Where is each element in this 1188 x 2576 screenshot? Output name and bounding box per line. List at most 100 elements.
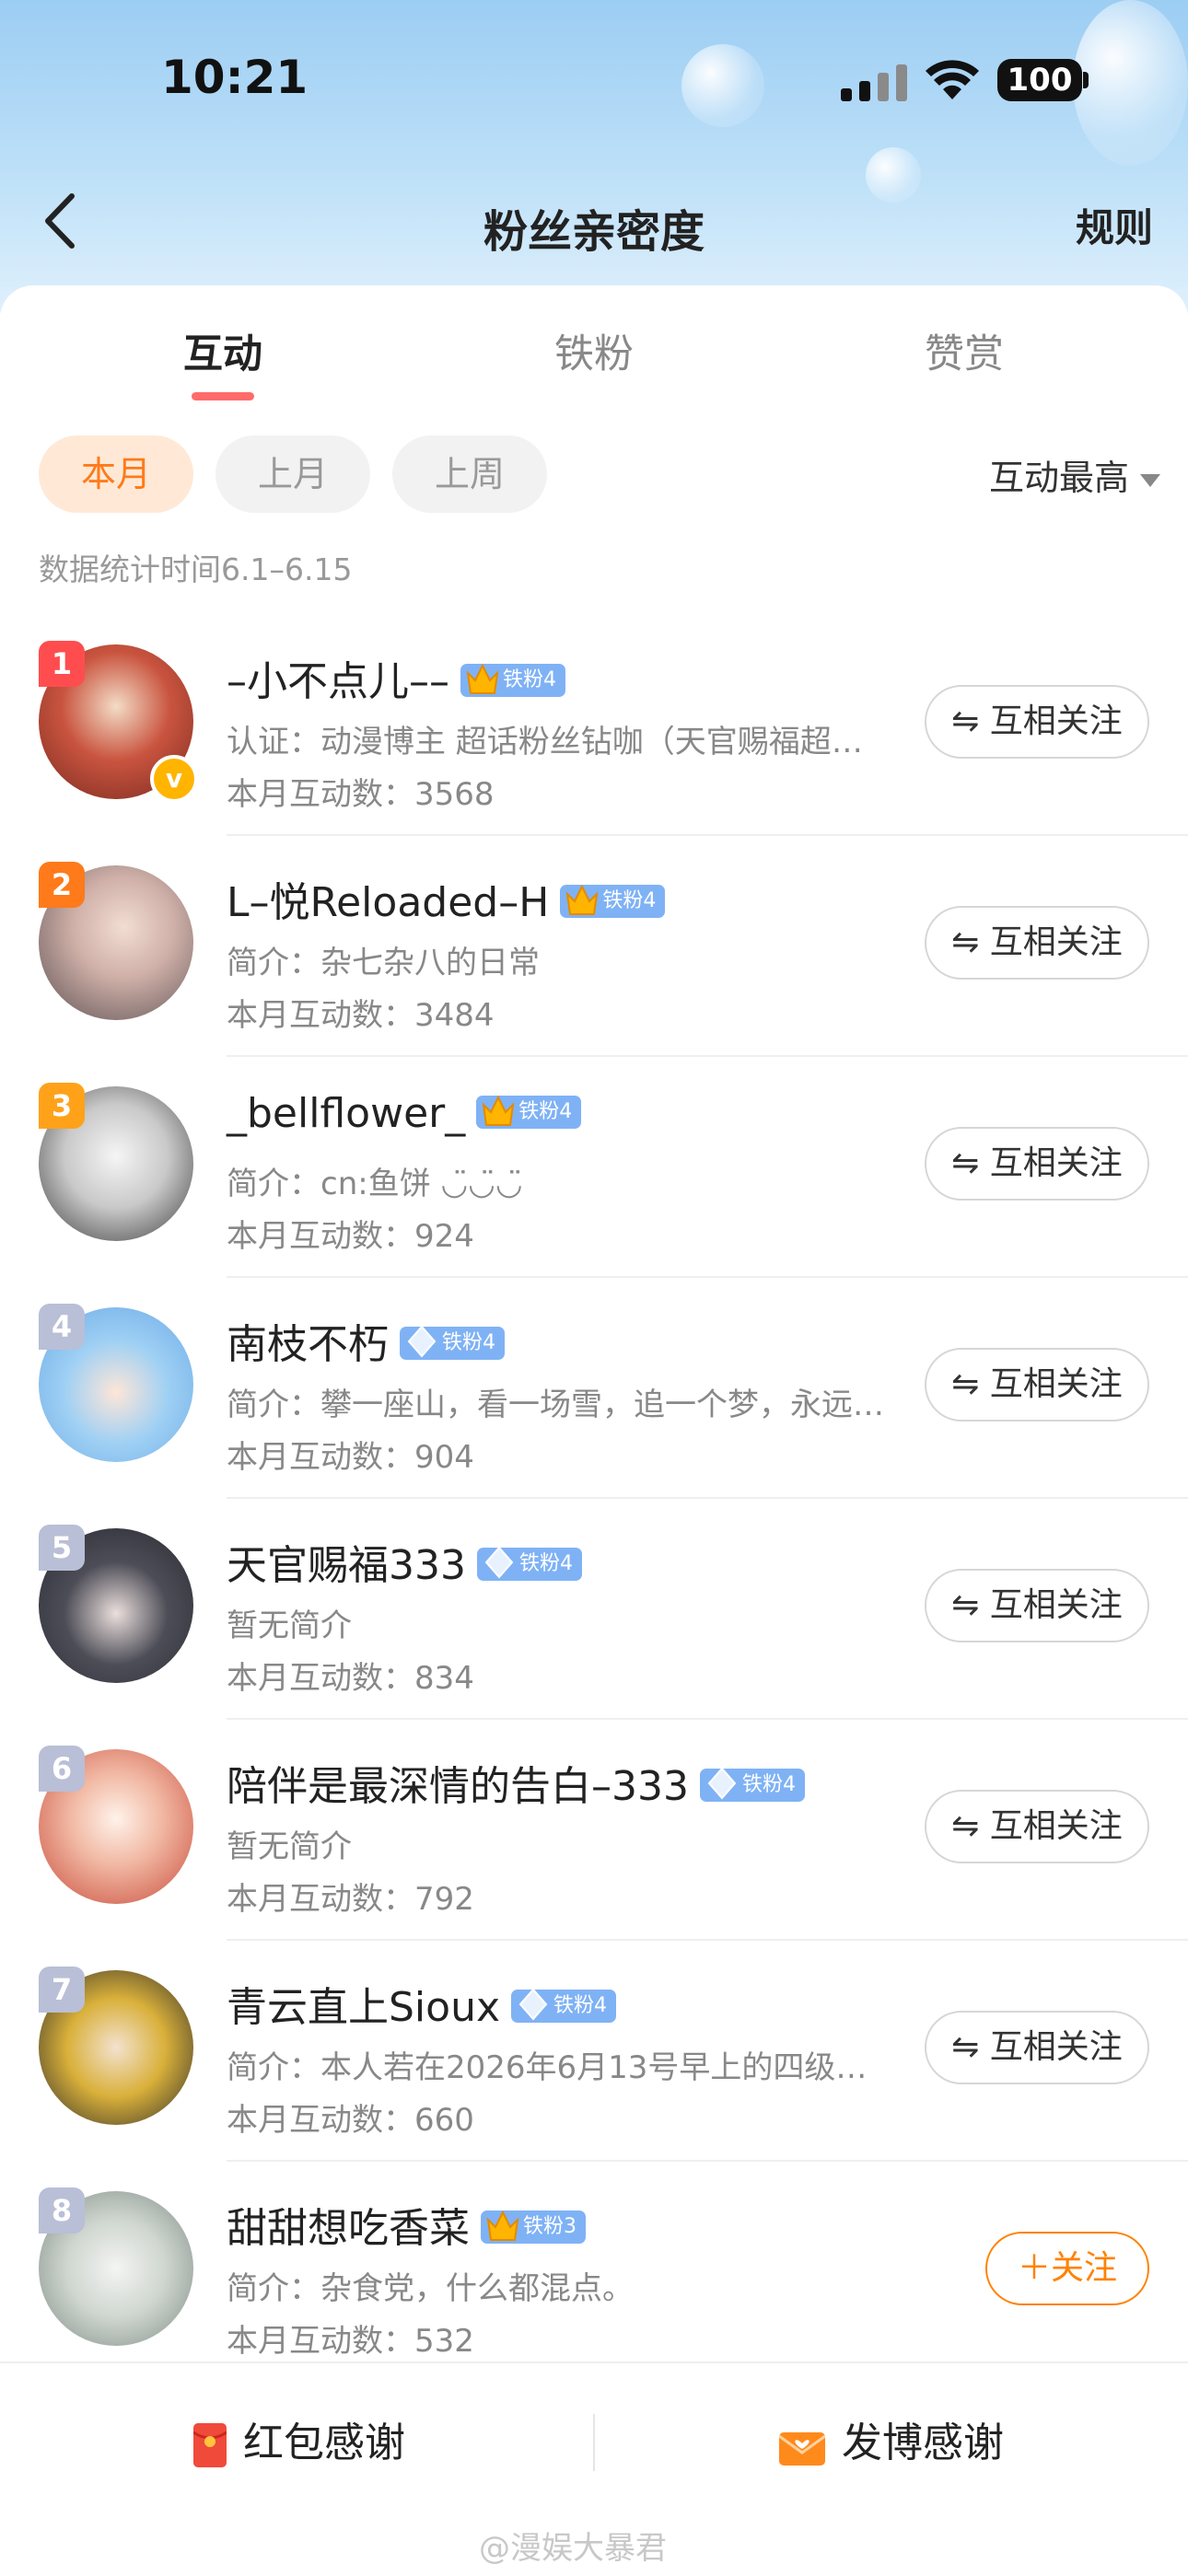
fan-row[interactable]: 5 天官赐福333 铁粉4 暂无简介 本月互动数：834 ⇋ 互相关注 — [0, 1499, 1188, 1720]
verified-icon: v — [150, 755, 198, 803]
mutual-follow-button[interactable]: ⇋ 互相关注 — [925, 2011, 1149, 2084]
period-last-month[interactable]: 上月 — [215, 435, 370, 513]
fan-name[interactable]: 甜甜想吃香菜 — [227, 2205, 470, 2252]
diamond-icon — [407, 1325, 437, 1358]
interaction-count: 本月互动数：3568 — [227, 776, 495, 813]
fan-name-line: 青云直上Sioux 铁粉4 — [227, 1974, 616, 2033]
stat-time: 数据统计时间6.1–6.15 — [39, 551, 353, 587]
battery-icon: 100 — [997, 59, 1082, 101]
mutual-follow-button[interactable]: ⇋ 互相关注 — [925, 906, 1149, 980]
fan-row[interactable]: 6 陪伴是最深情的告白–333 铁粉4 暂无简介 本月互动数：792 ⇋ 互相关注 — [0, 1720, 1188, 1941]
decorative-bubble — [1073, 0, 1188, 166]
tab-interaction[interactable]: 互动 — [103, 322, 343, 379]
iron-fan-badge: 铁粉4 — [511, 1988, 616, 2023]
mutual-follow-button[interactable]: ⇋ 互相关注 — [925, 1569, 1149, 1642]
page-title: 粉丝亲密度 — [483, 206, 705, 258]
fan-name[interactable]: _bellflower_ — [227, 1090, 465, 1137]
bottom-divider — [593, 2414, 595, 2471]
interaction-count: 本月互动数：792 — [227, 1881, 474, 1918]
envelope-heart-icon — [778, 2432, 826, 2466]
diamond-icon — [707, 1767, 737, 1800]
fan-row[interactable]: 4 南枝不朽 铁粉4 简介：攀一座山，看一场雪，追一个梦，永远热爱 本月互动数：9… — [0, 1278, 1188, 1499]
rank-badge: 7 — [39, 1967, 85, 2013]
watermark: @漫娱大暴君 — [479, 2530, 667, 2567]
fan-name-line: L–悦Reloaded–H 铁粉4 — [227, 869, 666, 928]
iron-fan-badge: 铁粉4 — [460, 663, 565, 697]
mutual-follow-button[interactable]: ⇋ 互相关注 — [925, 1127, 1149, 1201]
fan-bio: 暂无简介 — [227, 1828, 352, 1865]
fan-row[interactable]: 1 v –小不点儿–– 铁粉4 认证：动漫博主 超话粉丝钻咖（天官赐福超话） 本月… — [0, 615, 1188, 836]
period-last-week[interactable]: 上周 — [392, 435, 547, 513]
fan-row[interactable]: 2 L–悦Reloaded–H 铁粉4 简介：杂七杂八的日常 本月互动数：3484… — [0, 836, 1188, 1057]
decorative-bubble — [866, 147, 921, 203]
mutual-follow-button[interactable]: ⇋ 互相关注 — [925, 1790, 1149, 1863]
fan-bio: 简介：cn:鱼饼 ◡̈◡̈◡̈ — [227, 1166, 523, 1202]
fan-name-line: 天官赐福333 铁粉4 — [227, 1532, 582, 1591]
rank-badge: 8 — [39, 2187, 85, 2234]
fan-name[interactable]: 天官赐福333 — [227, 1542, 466, 1589]
decorative-bubble — [681, 44, 764, 127]
fan-name[interactable]: L–悦Reloaded–H — [227, 879, 549, 926]
iron-fan-badge: 铁粉4 — [400, 1325, 505, 1360]
header-background — [0, 0, 1188, 313]
fan-row[interactable]: 7 青云直上Sioux 铁粉4 简介：本人若在2026年6月13号早上的四级考试中… — [0, 1941, 1188, 2162]
wifi-icon — [926, 60, 979, 99]
fan-row[interactable]: 8 甜甜想吃香菜 铁粉3 简介：杂食党，什么都混点。 本月互动数：532 ＋关注 — [0, 2162, 1188, 2383]
fan-bio: 认证：动漫博主 超话粉丝钻咖（天官赐福超话） — [227, 724, 890, 760]
fan-name-line: –小不点儿–– 铁粉4 — [227, 648, 565, 707]
badge-label: 铁粉4 — [503, 668, 556, 691]
rank-badge: 5 — [39, 1525, 85, 1571]
tab-iron-fans[interactable]: 铁粉 — [474, 322, 714, 379]
fan-name-line: 陪伴是最深情的告白–333 铁粉4 — [227, 1753, 805, 1812]
sort-dropdown[interactable]: 互动最高 — [989, 449, 1160, 500]
mutual-follow-button[interactable]: ⇋ 互相关注 — [925, 1348, 1149, 1421]
rules-link[interactable]: 规则 — [1076, 197, 1153, 253]
tab-rewards[interactable]: 赞赏 — [844, 322, 1084, 379]
fan-bio: 简介：攀一座山，看一场雪，追一个梦，永远热爱 — [227, 1387, 890, 1423]
rank-badge: 4 — [39, 1304, 85, 1350]
mutual-follow-button[interactable]: ⇋ 互相关注 — [925, 685, 1149, 759]
fan-name-line: 南枝不朽 铁粉4 — [227, 1311, 505, 1370]
period-this-month[interactable]: 本月 — [39, 435, 193, 513]
status-time: 10:21 — [161, 51, 309, 104]
fan-name[interactable]: –小不点儿–– — [227, 658, 449, 705]
post-thanks-label: 发博感谢 — [842, 2419, 1004, 2466]
red-packet-thanks-button[interactable]: 红包感谢 — [192, 2409, 405, 2468]
sort-label: 互动最高 — [988, 458, 1129, 498]
interaction-count: 本月互动数：532 — [227, 2323, 474, 2360]
iron-fan-badge: 铁粉4 — [476, 1095, 582, 1129]
rank-badge: 3 — [39, 1083, 85, 1129]
fan-bio: 简介：杂七杂八的日常 — [227, 945, 540, 981]
badge-label: 铁粉4 — [553, 1994, 607, 2017]
fan-bio: 暂无简介 — [227, 1607, 352, 1644]
crown-icon — [466, 663, 499, 694]
badge-label: 铁粉3 — [523, 2215, 577, 2238]
rank-badge: 2 — [39, 862, 85, 908]
follow-button[interactable]: ＋关注 — [985, 2232, 1149, 2305]
fan-bio: 简介：本人若在2026年6月13号早上的四级考试中 — [227, 2049, 890, 2086]
fan-row[interactable]: 3 _bellflower_ 铁粉4 简介：cn:鱼饼 ◡̈◡̈◡̈ 本月互动数：… — [0, 1057, 1188, 1278]
post-thanks-button[interactable]: 发博感谢 — [778, 2409, 1004, 2468]
red-packet-icon — [192, 2423, 227, 2467]
rank-badge: 1 — [39, 641, 85, 687]
signal-icon — [841, 64, 907, 101]
crown-icon — [482, 1095, 515, 1126]
caret-down-icon — [1140, 473, 1160, 487]
interaction-count: 本月互动数：660 — [227, 2102, 474, 2139]
iron-fan-badge: 铁粉3 — [481, 2210, 586, 2244]
badge-label: 铁粉4 — [602, 889, 657, 912]
fan-name[interactable]: 陪伴是最深情的告白–333 — [227, 1763, 689, 1810]
badge-label: 铁粉4 — [741, 1773, 796, 1796]
battery-tip — [1083, 72, 1089, 88]
interaction-count: 本月互动数：924 — [227, 1218, 474, 1255]
interaction-count: 本月互动数：834 — [227, 1660, 474, 1697]
interaction-count: 本月互动数：3484 — [227, 997, 495, 1034]
fan-name[interactable]: 青云直上Sioux — [227, 1984, 500, 2031]
iron-fan-badge: 铁粉4 — [560, 884, 666, 918]
diamond-icon — [518, 1988, 548, 2021]
iron-fan-badge: 铁粉4 — [476, 1546, 582, 1581]
fan-name[interactable]: 南枝不朽 — [227, 1321, 389, 1368]
crown-icon — [486, 2210, 519, 2241]
fan-bio: 简介：杂食党，什么都混点。 — [227, 2270, 634, 2307]
tab-indicator — [192, 392, 254, 400]
